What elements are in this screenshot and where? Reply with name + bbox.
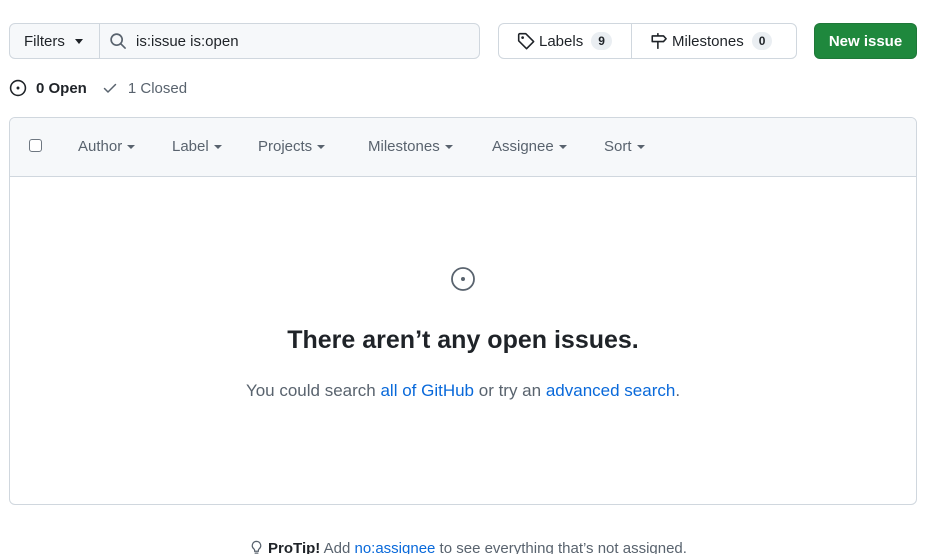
advanced-search-link[interactable]: advanced search [546, 381, 675, 400]
labels-count-badge: 9 [591, 32, 612, 50]
sort-label: Sort [604, 138, 632, 155]
chevron-down-icon [127, 144, 136, 149]
chevron-down-icon [213, 144, 222, 149]
labels-milestones-group: Labels 9 Milestones 0 [498, 23, 797, 59]
search-field[interactable] [99, 23, 480, 59]
tag-icon [517, 32, 535, 50]
projects-filter-label: Projects [258, 138, 313, 155]
blankslate-desc-suffix: . [675, 381, 681, 400]
chevron-down-icon [558, 144, 567, 149]
author-filter-label: Author [78, 138, 123, 155]
milestones-button[interactable]: Milestones 0 [632, 24, 796, 58]
all-of-github-link[interactable]: all of GitHub [380, 381, 474, 400]
open-issues-label: 0 Open [36, 79, 87, 97]
issue-opened-icon [9, 79, 27, 97]
milestones-filter-menu[interactable]: Milestones [368, 138, 453, 155]
author-filter-menu[interactable]: Author [78, 138, 136, 155]
blankslate-title: There aren’t any open issues. [287, 326, 639, 354]
search-icon [110, 33, 126, 49]
assignee-filter-label: Assignee [492, 138, 554, 155]
open-issues-tab[interactable]: 0 Open [9, 79, 87, 97]
issues-toolbar: Filters Labels 9 Milestones 0 New issue [9, 23, 917, 59]
issue-opened-icon [451, 267, 475, 291]
issues-list-header: Author Label Projects Milestones Assigne… [10, 118, 916, 177]
milestones-count-badge: 0 [751, 32, 773, 50]
protip-prefix: Add [320, 540, 355, 554]
labels-label: Labels [539, 32, 584, 50]
blankslate-desc-prefix: You could search [245, 381, 381, 400]
milestone-icon [651, 33, 667, 49]
closed-issues-label: 1 Closed [127, 79, 188, 97]
assignee-filter-menu[interactable]: Assignee [492, 138, 567, 155]
projects-filter-menu[interactable]: Projects [258, 138, 326, 155]
issue-state-toggle: 0 Open 1 Closed [9, 78, 187, 98]
chevron-down-icon [444, 144, 453, 149]
light-bulb-icon [251, 540, 262, 554]
chevron-down-icon [317, 144, 326, 149]
chevron-down-icon [636, 144, 645, 149]
labels-button[interactable]: Labels 9 [499, 24, 632, 58]
protip-suffix: to see everything that’s not assigned. [435, 540, 687, 554]
no-assignee-link[interactable]: no:assignee [354, 540, 435, 554]
check-icon [103, 83, 117, 93]
label-filter-label: Label [172, 138, 209, 155]
search-input[interactable] [136, 32, 456, 50]
filters-label: Filters [24, 32, 65, 50]
blankslate-description: You could search all of GitHub or try an… [10, 381, 916, 401]
blankslate: There aren’t any open issues. You could … [10, 178, 916, 504]
sort-menu[interactable]: Sort [604, 138, 645, 155]
select-all-checkbox[interactable] [29, 139, 42, 152]
protip: ProTip! Add no:assignee to see everythin… [0, 540, 936, 554]
filters-button[interactable]: Filters [9, 23, 100, 59]
milestones-label: Milestones [672, 32, 744, 50]
blankslate-desc-middle: or try an [474, 381, 546, 400]
chevron-down-icon [74, 38, 83, 44]
closed-issues-tab[interactable]: 1 Closed [102, 80, 187, 97]
new-issue-button[interactable]: New issue [814, 23, 917, 59]
issues-list: Author Label Projects Milestones Assigne… [9, 117, 917, 505]
milestones-filter-label: Milestones [368, 138, 440, 155]
label-filter-menu[interactable]: Label [172, 138, 222, 155]
protip-label: ProTip! [268, 540, 321, 554]
